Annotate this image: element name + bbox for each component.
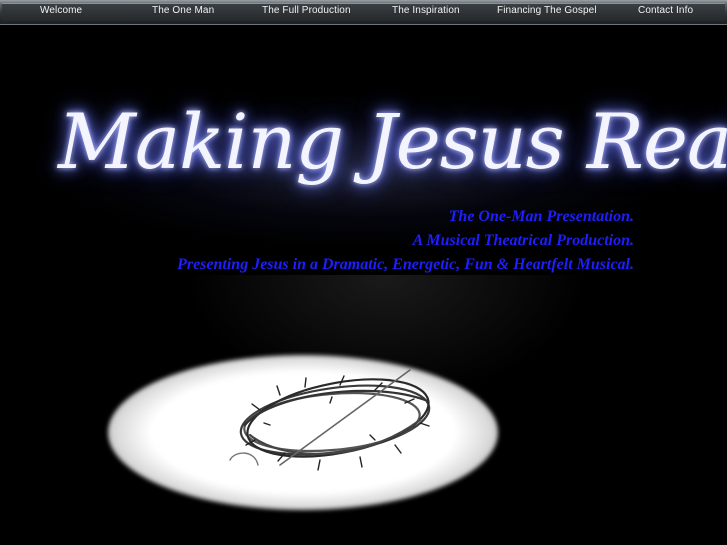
nav-the-inspiration[interactable]: The Inspiration bbox=[392, 5, 460, 16]
tagline-musical-production: A Musical Theatrical Production. bbox=[412, 232, 634, 249]
tagline-one-man: The One-Man Presentation. bbox=[448, 208, 634, 225]
nav-the-one-man[interactable]: The One Man bbox=[152, 5, 214, 16]
crown-of-thorns-icon bbox=[229, 369, 431, 471]
hero-stage: Making Jesus Real The One-Man Presentati… bbox=[0, 25, 727, 545]
hero-title: Making Jesus Real bbox=[58, 97, 727, 186]
tagline-presenting-jesus: Presenting Jesus in a Dramatic, Energeti… bbox=[177, 256, 634, 273]
top-navigation-bar: Welcome The One Man The Full Production … bbox=[0, 0, 727, 25]
nav-bar-inner bbox=[2, 3, 725, 21]
nav-financing-the-gospel[interactable]: Financing The Gospel bbox=[497, 5, 597, 16]
nav-welcome[interactable]: Welcome bbox=[40, 5, 82, 16]
nav-contact-info[interactable]: Contact Info bbox=[638, 5, 693, 16]
nav-the-full-production[interactable]: The Full Production bbox=[262, 5, 351, 16]
